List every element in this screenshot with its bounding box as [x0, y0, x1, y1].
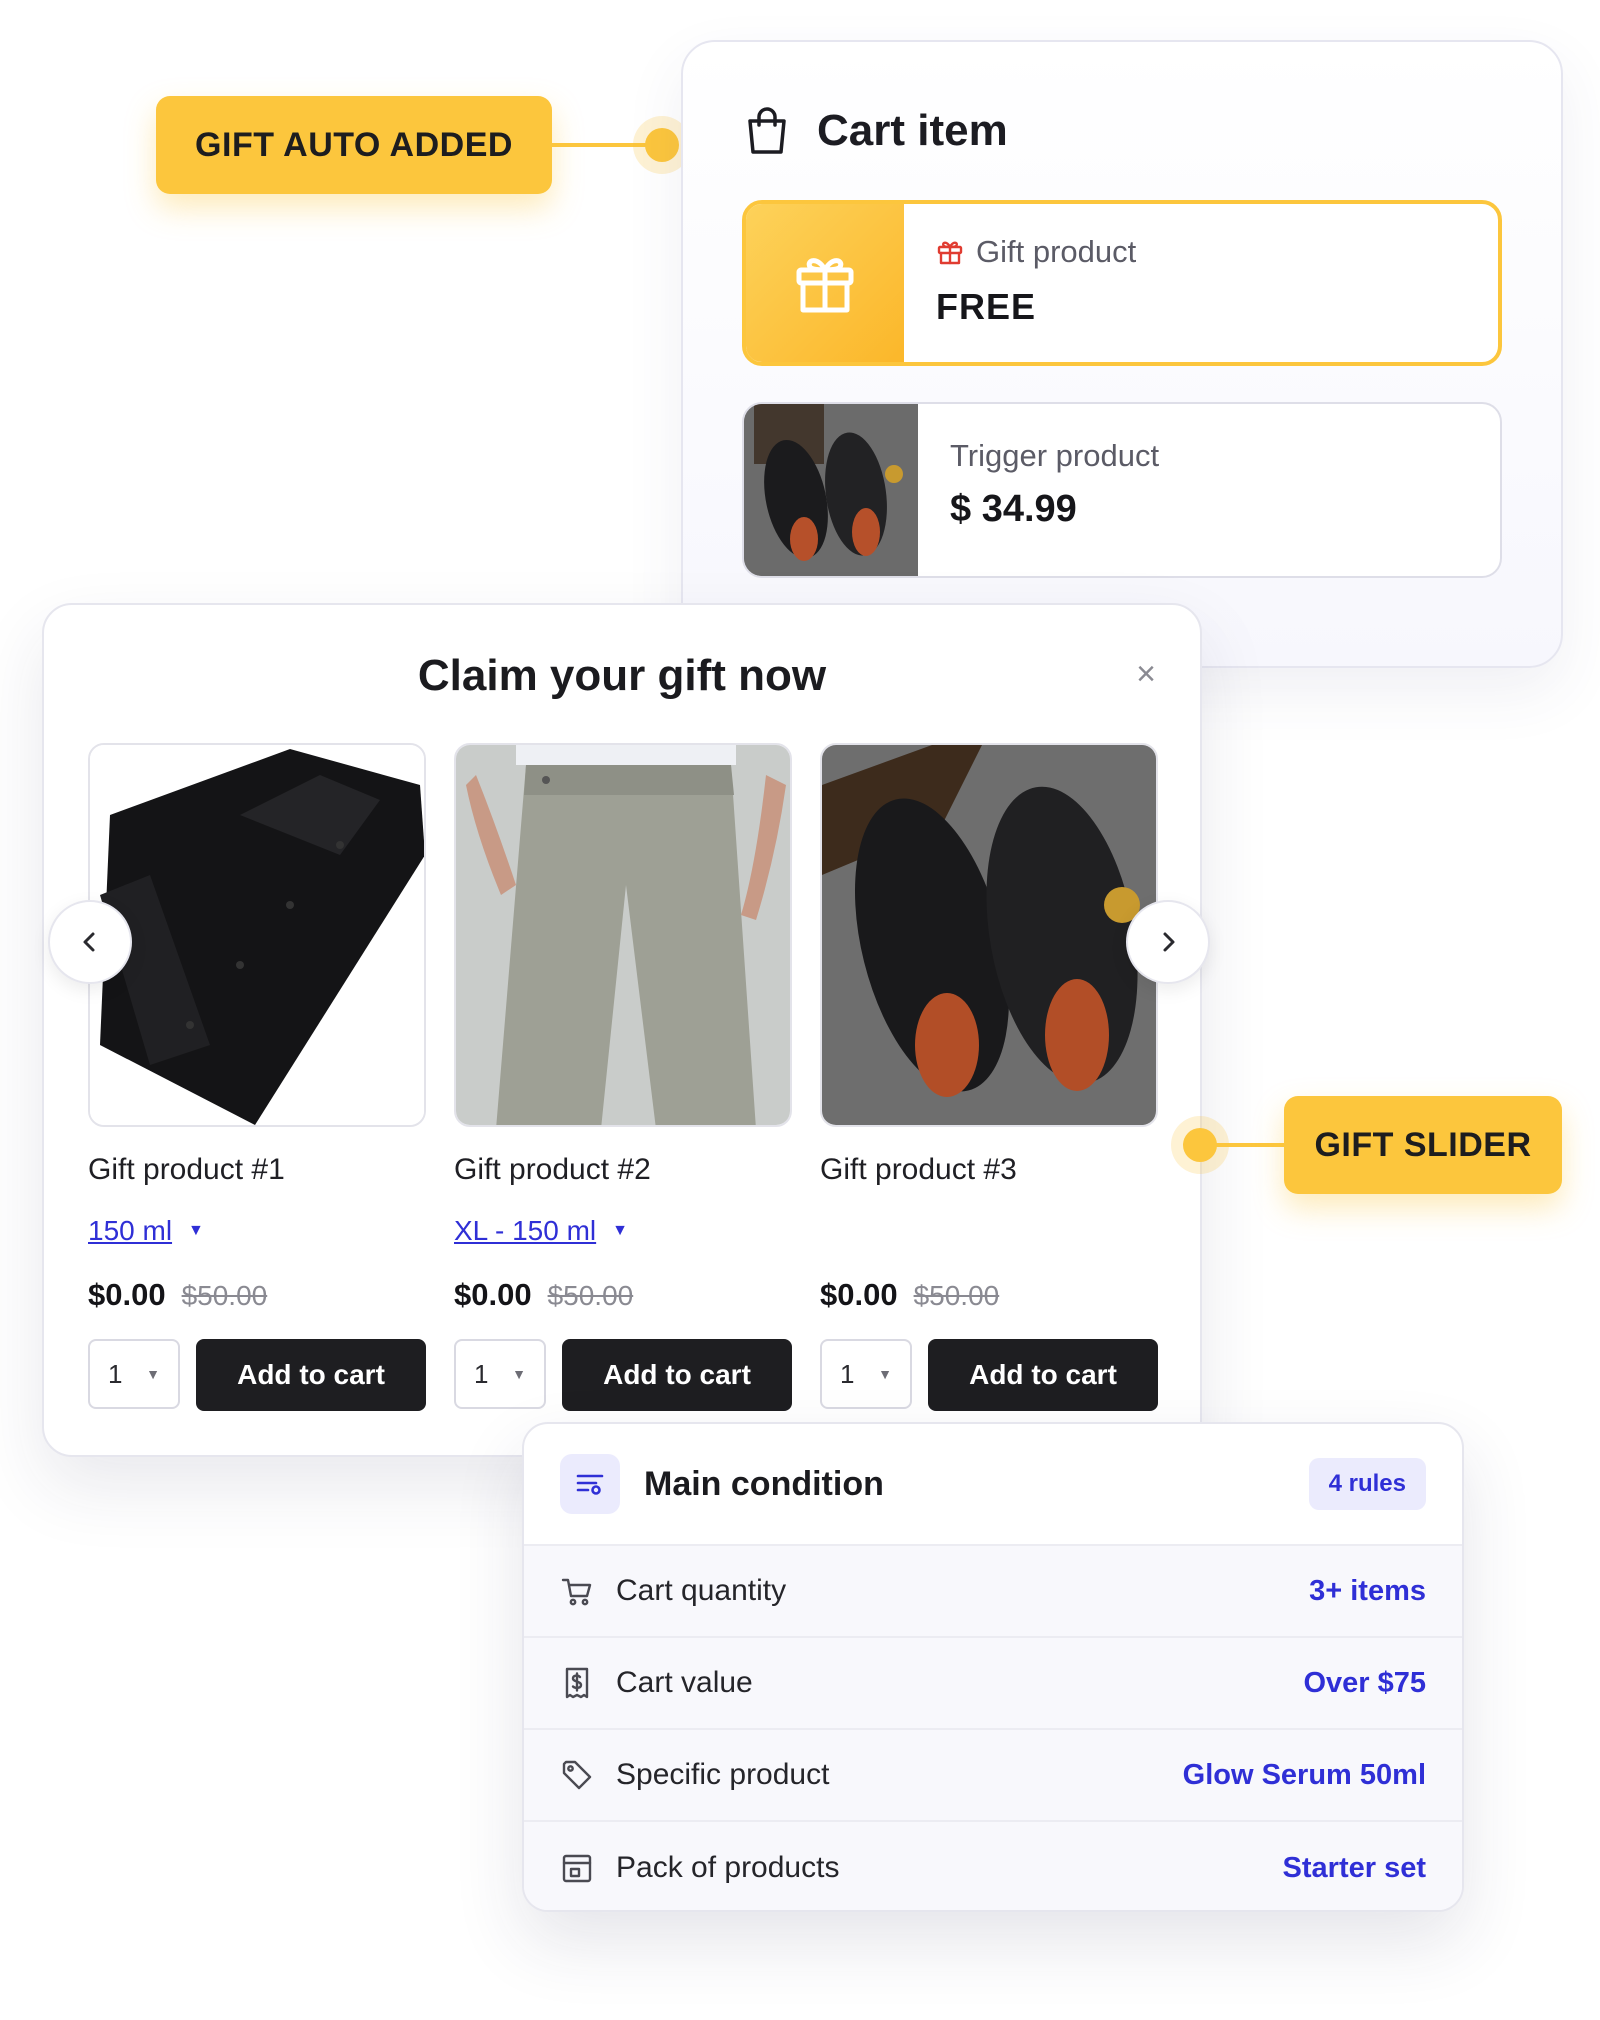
chevron-left-icon	[83, 932, 95, 952]
cart-header: Cart item	[745, 106, 1008, 156]
cart-icon	[561, 1578, 592, 1606]
product-price: $0.00	[88, 1277, 166, 1312]
trigger-price: $ 34.99	[950, 488, 1077, 530]
product-price: $0.00	[820, 1277, 898, 1312]
gift-small-icon	[937, 241, 963, 265]
gift-slider-callout: GIFT SLIDER	[1284, 1096, 1562, 1194]
trousers-image	[456, 745, 790, 1125]
chevron-right-icon	[1163, 932, 1175, 952]
filter-icon	[560, 1454, 620, 1514]
compare-price: $50.00	[181, 1280, 268, 1311]
price-row: $0.00 $50.00	[454, 1277, 792, 1313]
gift-auto-added-callout: GIFT AUTO ADDED	[156, 96, 552, 194]
quantity-select[interactable]: 1 ▼	[88, 1339, 180, 1409]
product-name: Gift product #3	[820, 1153, 1017, 1186]
product-image[interactable]	[88, 743, 426, 1127]
price-row: $0.00 $50.00	[820, 1277, 1158, 1313]
slider-prev-button[interactable]	[48, 900, 132, 984]
rule-value[interactable]: Glow Serum 50ml	[1183, 1759, 1426, 1792]
gift-box-icon	[796, 258, 854, 313]
price-row: $0.00 $50.00	[88, 1277, 426, 1313]
add-to-cart-button[interactable]: Add to cart	[196, 1339, 426, 1411]
quantity-value: 1	[108, 1358, 123, 1389]
product-image[interactable]	[820, 743, 1158, 1127]
trigger-cart-item[interactable]: Trigger product $ 34.99	[742, 402, 1502, 578]
cart-title: Cart item	[817, 106, 1008, 155]
caret-down-icon: ▼	[512, 1366, 526, 1382]
product-actions: 1 ▼ Add to cart	[454, 1339, 792, 1411]
variant-select[interactable]: XL - 150 ml ▼	[454, 1211, 792, 1251]
product-price: $0.00	[454, 1277, 532, 1312]
rule-value[interactable]: 3+ items	[1309, 1575, 1426, 1608]
quantity-select[interactable]: 1 ▼	[820, 1339, 912, 1409]
trigger-product-image	[744, 404, 918, 576]
rules-count-badge: 4 rules	[1308, 1458, 1426, 1510]
caret-down-icon: ▼	[146, 1366, 160, 1382]
callout-connector	[1200, 1143, 1284, 1147]
cart-panel: Cart item Gift product FREE Trigger prod…	[681, 40, 1563, 668]
condition-header: Main condition 4 rules	[524, 1424, 1462, 1546]
gift-thumbnail	[746, 204, 904, 362]
modal-title: Claim your gift now	[417, 651, 827, 700]
condition-title: Main condition	[644, 1464, 884, 1503]
variant-select[interactable]: 150 ml ▼	[88, 1211, 426, 1251]
rule-label: Specific product	[616, 1758, 830, 1791]
product-actions: 1 ▼ Add to cart	[88, 1339, 426, 1411]
trigger-product-label: Trigger product	[950, 438, 1160, 473]
main-condition-panel: Main condition 4 rules Cart quantity 3+ …	[522, 1422, 1464, 1912]
variant-placeholder	[820, 1211, 1158, 1251]
receipt-dollar-icon	[565, 1667, 589, 1699]
variant-value[interactable]: 150 ml	[88, 1215, 172, 1247]
rule-label: Cart quantity	[616, 1574, 787, 1607]
product-actions: 1 ▼ Add to cart	[820, 1339, 1158, 1411]
rule-label: Cart value	[616, 1666, 753, 1699]
rule-label: Pack of products	[616, 1851, 840, 1884]
shopping-bag-icon	[748, 107, 786, 154]
rule-value[interactable]: Starter set	[1283, 1852, 1426, 1885]
quantity-select[interactable]: 1 ▼	[454, 1339, 546, 1409]
gift-product-label: Gift product	[976, 234, 1137, 269]
condition-rule-row[interactable]: Cart quantity 3+ items	[524, 1546, 1462, 1638]
caret-down-icon[interactable]: ▼	[188, 1222, 204, 1240]
gift-cart-item[interactable]: Gift product FREE	[742, 200, 1502, 366]
caret-down-icon[interactable]: ▼	[612, 1222, 628, 1240]
add-to-cart-button[interactable]: Add to cart	[562, 1339, 792, 1411]
tag-icon	[562, 1760, 592, 1790]
rule-value[interactable]: Over $75	[1303, 1667, 1426, 1700]
condition-rule-row[interactable]: Specific product Glow Serum 50ml	[524, 1730, 1462, 1822]
package-icon	[562, 1854, 592, 1883]
gift-product-card: Gift product #2 XL - 150 ml ▼ $0.00 $50.…	[454, 743, 792, 1411]
quantity-value: 1	[840, 1358, 855, 1389]
gift-label-row: Gift product	[936, 234, 1136, 270]
product-name: Gift product #2	[454, 1153, 651, 1186]
compare-price: $50.00	[913, 1280, 1000, 1311]
gift-product-card: Gift product #3 $0.00 $50.00 1 ▼ Add to …	[820, 743, 1158, 1411]
trigger-item-info: Trigger product $ 34.99	[918, 404, 1159, 576]
quantity-value: 1	[474, 1358, 489, 1389]
shoes-image	[822, 745, 1156, 1125]
shoes-image	[744, 404, 918, 576]
product-image[interactable]	[454, 743, 792, 1127]
condition-rule-row[interactable]: Cart value Over $75	[524, 1638, 1462, 1730]
caret-down-icon: ▼	[878, 1366, 892, 1382]
gift-item-info: Gift product FREE	[904, 204, 1136, 362]
add-to-cart-button[interactable]: Add to cart	[928, 1339, 1158, 1411]
compare-price: $50.00	[547, 1280, 634, 1311]
gift-slider-modal: Claim your gift now × Gift product #1 15…	[42, 603, 1210, 1457]
condition-rule-row[interactable]: Pack of products Starter set	[524, 1822, 1462, 1910]
variant-value[interactable]: XL - 150 ml	[454, 1215, 596, 1247]
shirt-image	[90, 745, 424, 1125]
slider-next-button[interactable]	[1126, 900, 1210, 984]
gift-product-card: Gift product #1 150 ml ▼ $0.00 $50.00 1 …	[88, 743, 426, 1411]
product-name: Gift product #1	[88, 1153, 285, 1186]
callout-dot	[645, 128, 679, 162]
close-icon[interactable]: ×	[1136, 655, 1156, 694]
gift-price: FREE	[936, 286, 1037, 327]
